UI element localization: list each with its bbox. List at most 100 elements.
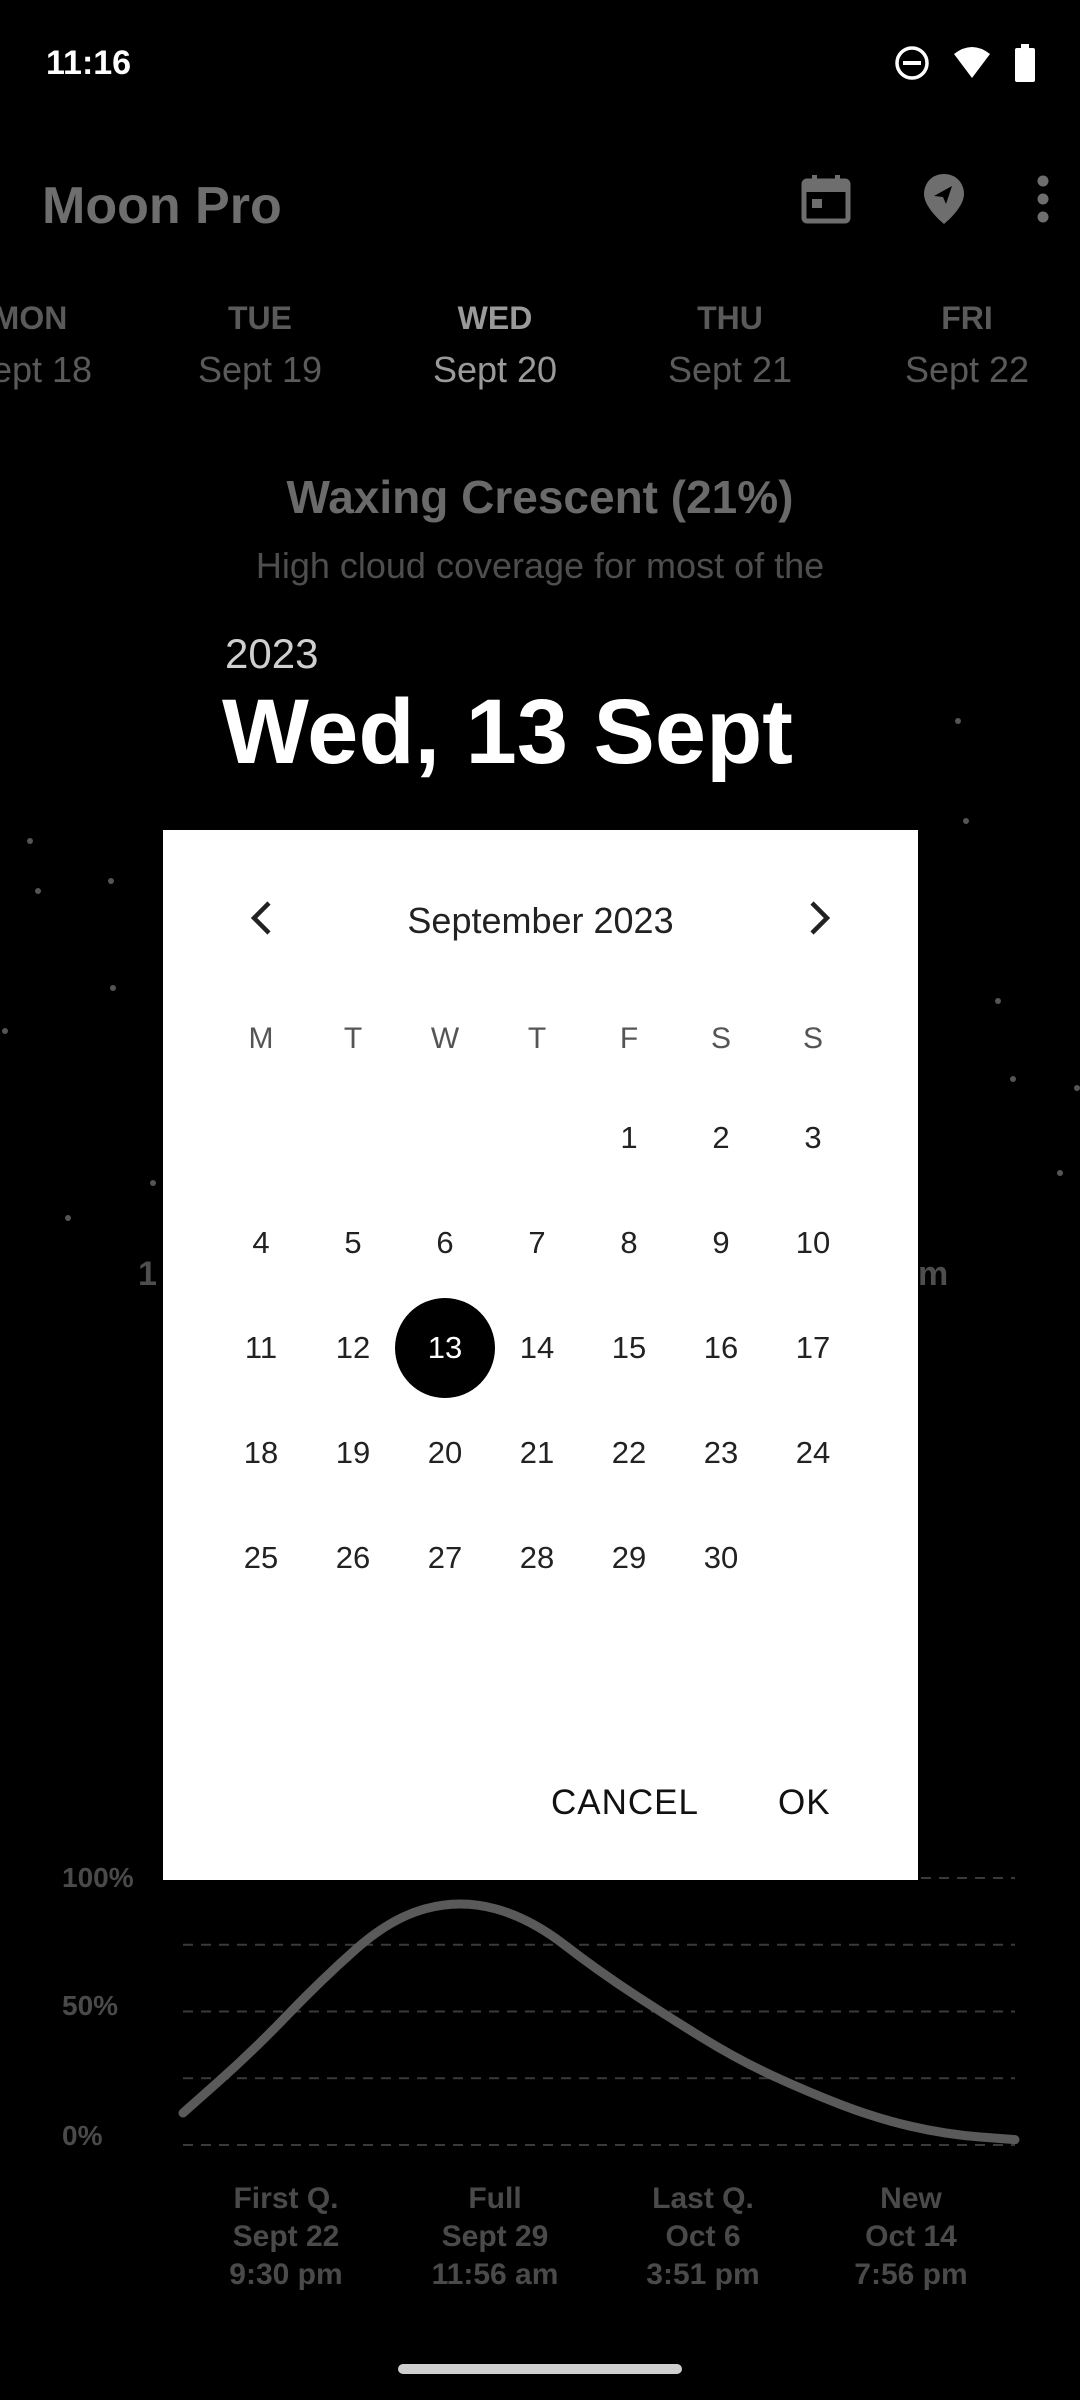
calendar-day[interactable]: 26 (303, 1508, 403, 1608)
ok-button[interactable]: OK (768, 1775, 841, 1831)
day-weekday: THU (697, 300, 763, 336)
calendar-day[interactable]: 22 (579, 1403, 679, 1503)
illumination-chart-svg (178, 1877, 1020, 2146)
calendar-day[interactable]: 2 (671, 1088, 771, 1188)
day-item[interactable]: FRI Sept 22 (857, 300, 1077, 391)
calendar-day[interactable]: 6 (395, 1193, 495, 1293)
calendar-day[interactable]: 9 (671, 1193, 771, 1293)
calendar-day[interactable]: 16 (671, 1298, 771, 1398)
weekday-header: M (248, 1022, 274, 1055)
do-not-disturb-icon (894, 45, 930, 86)
app-title: Moon Pro (42, 177, 282, 235)
picker-year[interactable]: 2023 (225, 630, 318, 678)
weekday-header: W (430, 1022, 460, 1055)
weekday-header: S (710, 1022, 731, 1055)
calendar-day[interactable]: 14 (487, 1298, 587, 1398)
phase-event-date: Sept 22 (232, 2220, 340, 2253)
phase-event-time: 7:56 pm (854, 2258, 968, 2291)
moon-phase-subtitle: High cloud coverage for most of the (255, 545, 825, 586)
day-date: Sept 19 (197, 349, 323, 390)
day-item[interactable]: TUE Sept 19 (150, 300, 370, 391)
phase-event-time: 3:51 pm (646, 2258, 760, 2291)
status-time: 11:16 (46, 44, 132, 82)
day-item[interactable]: THU Sept 21 (620, 300, 840, 391)
calendar-day[interactable]: 20 (395, 1403, 495, 1503)
moon-phase-title: Waxing Crescent (21%) (286, 471, 794, 523)
date-picker-dialog: September 2023 M T W T F S S 1 2 3 4 5 6 7 8 9 10… (163, 830, 918, 1880)
calendar-day[interactable]: 12 (303, 1298, 403, 1398)
day-item-selected[interactable]: WED Sept 20 (385, 300, 605, 391)
calendar-icon[interactable] (800, 173, 852, 230)
weekday-header: T (343, 1022, 363, 1055)
day-date: Sept 20 (432, 349, 558, 390)
battery-icon (1014, 44, 1036, 87)
calendar-day[interactable]: 29 (579, 1508, 679, 1608)
phase-event-name: New (880, 2182, 942, 2215)
calendar-day[interactable]: 4 (211, 1193, 311, 1293)
calendar-day[interactable]: 3 (763, 1088, 863, 1188)
app-actions (800, 172, 1050, 231)
location-pin-icon[interactable] (922, 172, 966, 231)
phase-event-date: Oct 14 (865, 2220, 957, 2253)
phase-event: Full Sept 29 11:56 am (395, 2180, 595, 2294)
more-options-icon[interactable] (1036, 174, 1050, 229)
calendar-day[interactable]: 18 (211, 1403, 311, 1503)
calendar-day[interactable]: 25 (211, 1508, 311, 1608)
chevron-right-icon (806, 900, 834, 941)
calendar-day-selected[interactable]: 13 (395, 1298, 495, 1398)
phase-event: First Q. Sept 22 9:30 pm (186, 2180, 386, 2294)
weekday-header: S (802, 1022, 823, 1055)
calendar-day[interactable]: 1 (579, 1088, 679, 1188)
day-item[interactable]: MON Sept 18 (0, 300, 140, 391)
phase-event-date: Oct 6 (665, 2220, 741, 2253)
day-date: Sept 21 (667, 349, 793, 390)
y-axis-label: 50% (62, 1990, 119, 2021)
calendar-day[interactable]: 30 (671, 1508, 771, 1608)
day-date: Sept 22 (904, 349, 1030, 390)
background-text-fragment: 1 (138, 1255, 157, 1293)
y-axis-label: 0% (62, 2120, 103, 2151)
calendar-day[interactable]: 15 (579, 1298, 679, 1398)
cancel-button[interactable]: CANCEL (541, 1775, 709, 1831)
y-axis-label: 100% (62, 1862, 134, 1893)
app-bar: Moon Pro (0, 150, 1080, 260)
calendar-day[interactable]: 19 (303, 1403, 403, 1503)
calendar-day[interactable]: 28 (487, 1508, 587, 1608)
picker-selected-date: Wed, 13 Sept (222, 681, 793, 783)
phase-event: New Oct 14 7:56 pm (811, 2180, 1011, 2294)
status-bar: 11:16 (0, 0, 1080, 130)
calendar-day[interactable]: 11 (211, 1298, 311, 1398)
background-text-fragment: m (918, 1255, 949, 1293)
calendar-day[interactable]: 23 (671, 1403, 771, 1503)
weekday-header: F (619, 1022, 639, 1055)
calendar-day[interactable]: 7 (487, 1193, 587, 1293)
next-month-button[interactable] (790, 890, 850, 950)
day-weekday: WED (457, 300, 533, 336)
phase-event: Last Q. Oct 6 3:51 pm (603, 2180, 803, 2294)
day-date: Sept 18 (0, 349, 93, 390)
calendar-day[interactable]: 10 (763, 1193, 863, 1293)
day-weekday: MON (0, 300, 68, 336)
month-navigation: September 2023 (163, 880, 918, 960)
calendar-day[interactable]: 5 (303, 1193, 403, 1293)
phase-event-time: 11:56 am (431, 2258, 559, 2291)
phase-event-time: 9:30 pm (229, 2258, 343, 2291)
day-weekday: TUE (228, 300, 292, 336)
calendar-day[interactable]: 21 (487, 1403, 587, 1503)
illumination-series-line (178, 1899, 1020, 2145)
weekday-header: T (527, 1022, 547, 1055)
phase-event-date: Sept 29 (441, 2220, 549, 2253)
status-icons (894, 44, 1036, 87)
wifi-icon (952, 46, 992, 85)
previous-month-button[interactable] (231, 890, 291, 950)
chevron-left-icon (247, 900, 275, 941)
calendar-day[interactable]: 17 (763, 1298, 863, 1398)
phase-event-name: Full (468, 2182, 522, 2215)
phase-event-name: Last Q. (652, 2182, 754, 2215)
gesture-nav-handle[interactable] (398, 2364, 682, 2374)
calendar-day[interactable]: 27 (395, 1508, 495, 1608)
phase-event-name: First Q. (233, 2182, 339, 2215)
day-strip: MON Sept 18 TUE Sept 19 WED Sept 20 THU … (0, 300, 1080, 410)
calendar-day[interactable]: 24 (763, 1403, 863, 1503)
calendar-day[interactable]: 8 (579, 1193, 679, 1293)
